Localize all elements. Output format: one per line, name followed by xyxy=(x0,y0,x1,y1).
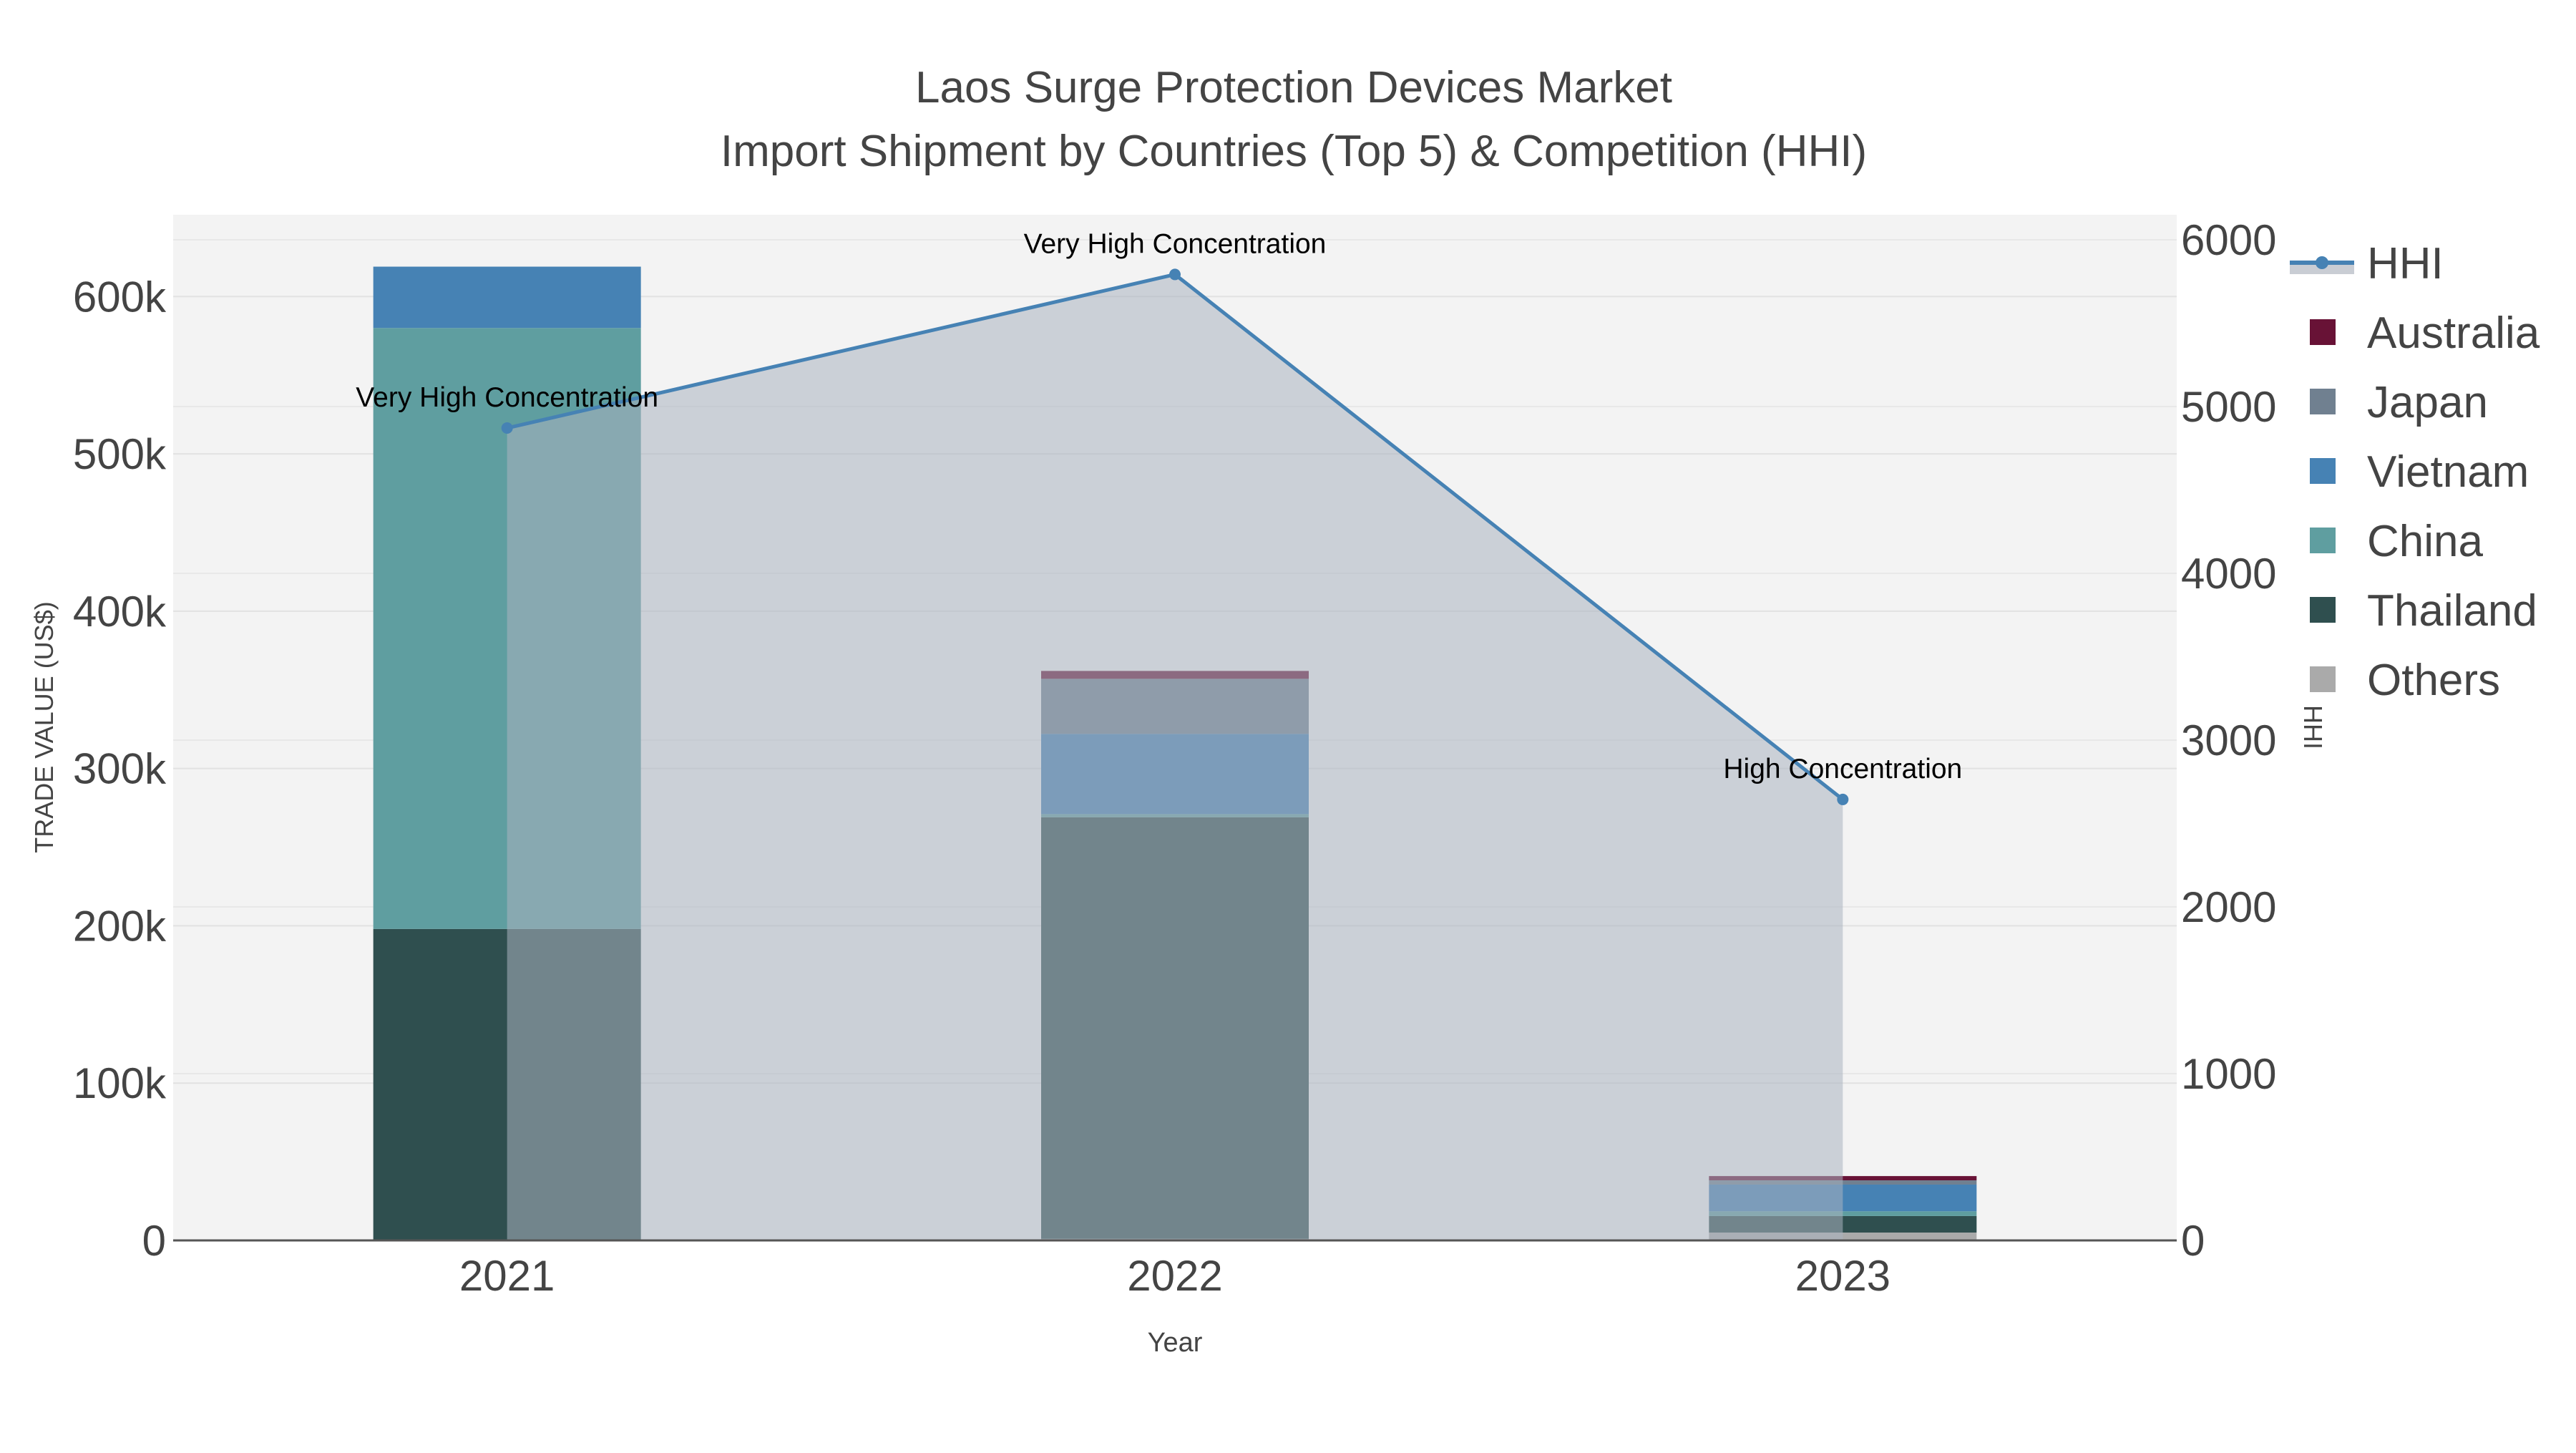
legend-swatch-others xyxy=(2310,666,2336,692)
legend-label-thailand: Thailand xyxy=(2367,586,2537,636)
y2-tick-label: 3000 xyxy=(2181,716,2276,764)
hhi-point xyxy=(1169,268,1181,281)
legend-swatch-australia xyxy=(2310,319,2336,345)
legend-label-china: China xyxy=(2367,517,2484,566)
chart: Very High Concentration Very High Concent… xyxy=(29,63,2540,1358)
legend-label-hhi: HHI xyxy=(2367,239,2444,288)
bar-vietnam-2021 xyxy=(373,266,641,329)
legend-hhi-marker-icon xyxy=(2316,256,2328,269)
legend-label-vietnam: Vietnam xyxy=(2367,447,2529,497)
y2-tick-label: 0 xyxy=(2181,1217,2205,1265)
y-tick-label: 500k xyxy=(73,430,167,478)
y-tick-label: 100k xyxy=(73,1059,167,1107)
y-tick-label: 200k xyxy=(73,902,167,950)
legend-swatch-thailand xyxy=(2310,597,2336,623)
legend-swatch-vietnam xyxy=(2310,458,2336,484)
chart-title: Laos Surge Protection Devices Market xyxy=(915,63,1672,112)
hhi-point xyxy=(1837,793,1849,805)
legend-label-australia: Australia xyxy=(2367,308,2540,358)
y2-axis-title: HHI xyxy=(2298,705,2328,749)
y2-tick-label: 1000 xyxy=(2181,1050,2276,1098)
y2-tick-label: 4000 xyxy=(2181,550,2276,598)
y2-tick-label: 6000 xyxy=(2181,216,2276,264)
y-tick-label: 600k xyxy=(73,273,167,321)
x-axis-title: Year xyxy=(1148,1328,1203,1358)
y-tick-label: 300k xyxy=(73,745,167,793)
legend-label-japan: Japan xyxy=(2367,378,2488,427)
x-tick-label: 2023 xyxy=(1795,1252,1890,1300)
chart-subtitle: Import Shipment by Countries (Top 5) & C… xyxy=(721,127,1867,176)
hhi-annotation: High Concentration xyxy=(1723,754,1962,784)
y-tick-label: 400k xyxy=(73,588,167,636)
hhi-annotation: Very High Concentration xyxy=(356,382,658,413)
legend-swatch-china xyxy=(2310,528,2336,553)
y2-tick-label: 5000 xyxy=(2181,383,2276,431)
hhi-point xyxy=(501,422,513,434)
x-tick-label: 2021 xyxy=(459,1252,555,1300)
x-tick-label: 2022 xyxy=(1127,1252,1222,1300)
hhi-annotation: Very High Concentration xyxy=(1024,228,1327,259)
legend-swatch-japan xyxy=(2310,389,2336,414)
y-tick-label: 0 xyxy=(142,1217,166,1265)
y2-tick-label: 2000 xyxy=(2181,883,2276,931)
y-axis-title: TRADE VALUE (US$) xyxy=(29,601,59,852)
legend-label-others: Others xyxy=(2367,656,2500,705)
